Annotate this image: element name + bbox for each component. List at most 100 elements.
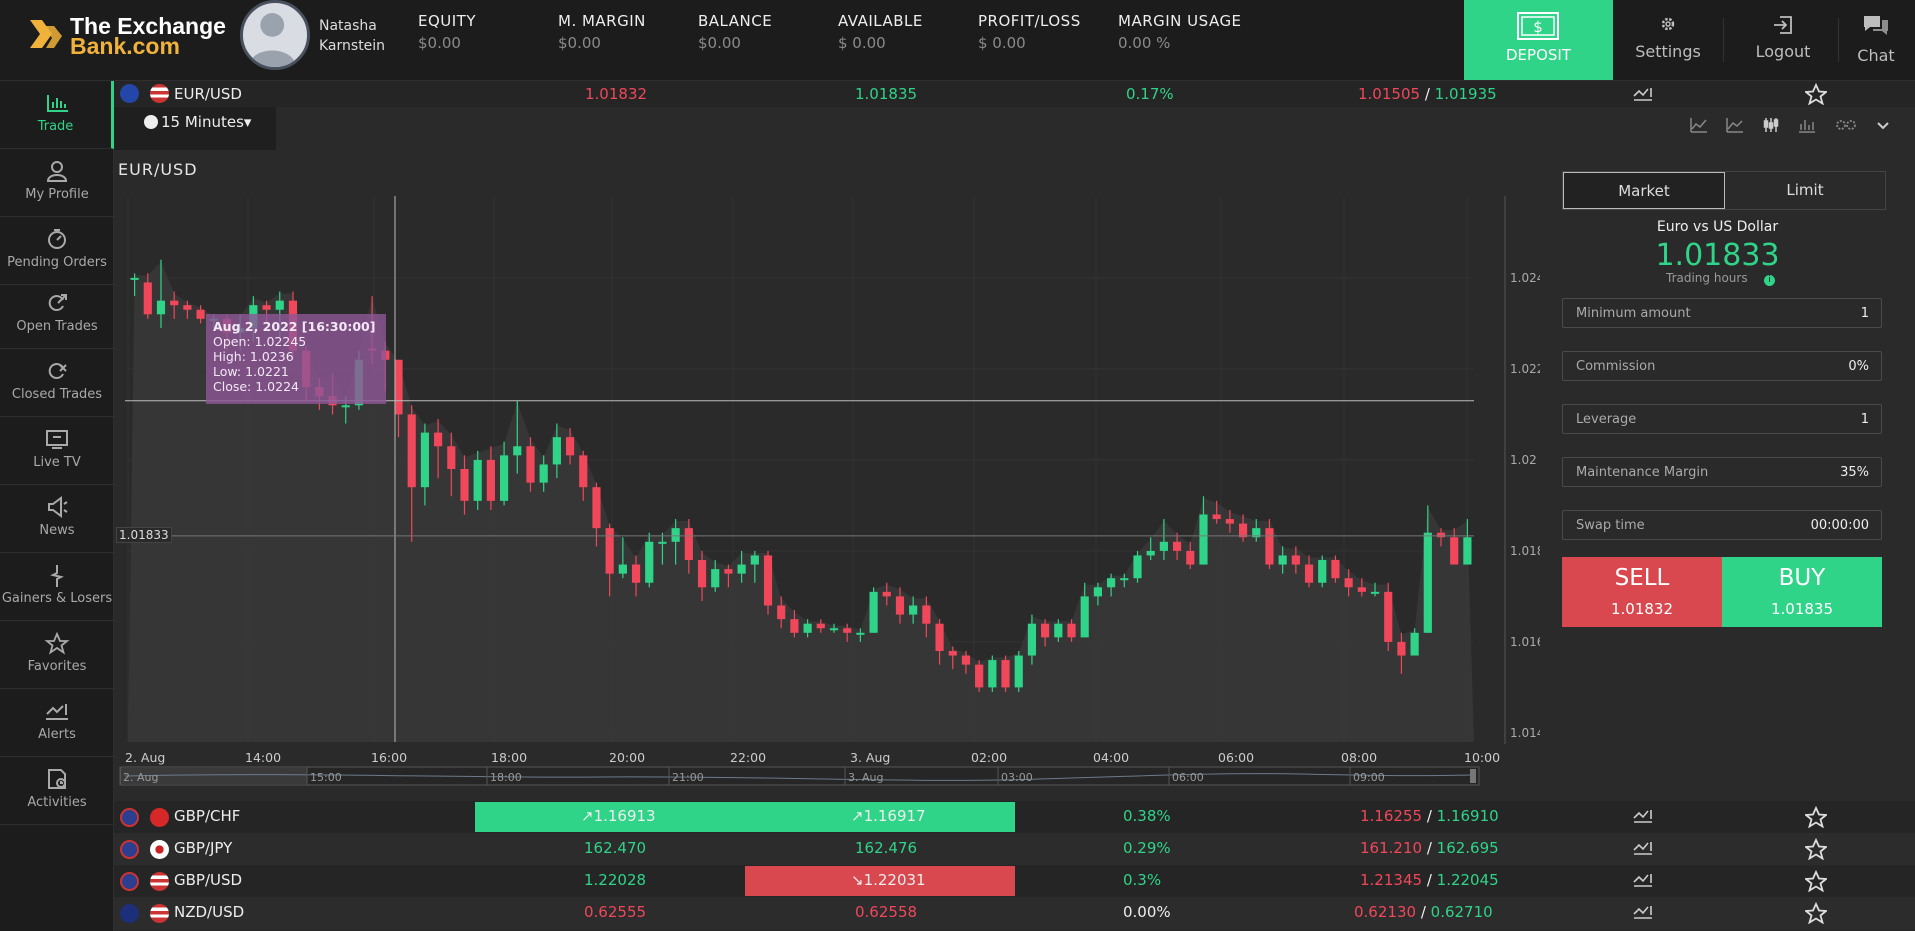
chevron-down-icon[interactable] — [1876, 117, 1890, 133]
alert-icon[interactable] — [1633, 840, 1653, 856]
instrument-name: Euro vs US Dollar — [1656, 219, 1779, 235]
day-low: 0.62130 — [1354, 903, 1417, 921]
alert-icon[interactable] — [1633, 808, 1653, 824]
candle-body — [1041, 623, 1050, 638]
field-label: Swap time — [1576, 518, 1645, 533]
chart-navigator[interactable]: 2. Aug 15:00 18:00 21:00 3. Aug 03:00 06:00 09:… — [119, 766, 1480, 786]
alert-icon[interactable] — [1633, 86, 1653, 102]
candle-body — [1212, 514, 1221, 520]
y-axis: 1.024 1.022 1.02 1.018 1.016 1.014 — [1510, 271, 1540, 740]
settings-button[interactable]: Settings — [1613, 0, 1723, 80]
candle-body — [1370, 591, 1380, 594]
ask-price: 0.62558 — [855, 903, 918, 921]
alert-icon[interactable] — [1633, 872, 1653, 888]
navigator-label: 18:00 — [490, 771, 522, 784]
leverage-field[interactable]: Leverage 1 — [1562, 404, 1882, 434]
day-high: 0.62710 — [1430, 903, 1493, 921]
candle-body — [143, 282, 152, 315]
favorite-star-icon[interactable] — [1805, 870, 1827, 892]
candle-body — [1225, 519, 1234, 524]
favorite-star-icon[interactable] — [1805, 838, 1827, 860]
candle-body — [447, 446, 456, 469]
logout-button[interactable]: Logout — [1728, 0, 1838, 80]
candle-body — [1120, 578, 1129, 581]
candle-body — [961, 655, 971, 665]
candle-body — [988, 660, 997, 688]
chat-button[interactable]: Chat — [1840, 0, 1912, 80]
change-percent: 0.3% — [1123, 871, 1162, 889]
candle-tooltip: Aug 2, 2022 [16:30:00] Open: 1.02245 Hig… — [206, 314, 386, 404]
candle-body — [486, 459, 495, 501]
candle-body — [922, 605, 931, 624]
x-tick-label: 10:00 — [1464, 750, 1500, 765]
alert-icon[interactable] — [1633, 904, 1653, 920]
pair-name: NZD/USD — [174, 903, 245, 921]
candle-body — [513, 446, 522, 456]
candle-body — [1172, 541, 1182, 551]
pair-name: GBP/JPY — [174, 839, 233, 857]
candle-body — [526, 446, 535, 483]
indicators-gear-icon[interactable] — [1834, 117, 1858, 133]
day-low: 1.21345 — [1360, 871, 1423, 889]
favorite-star-icon[interactable] — [1805, 83, 1827, 105]
favorite-star-icon[interactable] — [1805, 902, 1827, 924]
navigator-label: 09:00 — [1353, 771, 1385, 784]
candle-body — [407, 414, 416, 488]
list-item[interactable]: GBP/USD 1.22028 ↘1.22031 0.3% 1.21345 / … — [114, 865, 1915, 897]
swap-time-field: Swap time 00:00:00 — [1562, 510, 1882, 540]
ask-price: 162.476 — [855, 839, 918, 857]
candle-body — [724, 569, 733, 574]
bar-chart-icon[interactable] — [1798, 117, 1816, 133]
candle-body — [895, 596, 905, 615]
day-low: 161.210 — [1360, 839, 1423, 857]
candle-body — [843, 628, 852, 633]
navigator-label: 03:00 — [1001, 771, 1033, 784]
favorite-star-icon[interactable] — [1805, 806, 1827, 828]
field-value: 35% — [1840, 465, 1869, 480]
candle-body — [1265, 528, 1274, 565]
candle-body — [697, 560, 707, 588]
candle-body — [1159, 541, 1168, 551]
candle-body — [420, 432, 430, 488]
buy-button[interactable]: BUY 1.01835 — [1722, 557, 1882, 627]
tab-market[interactable]: Market — [1563, 172, 1725, 209]
line-chart-icon[interactable] — [1726, 117, 1744, 133]
order-type-tabs: Market Limit — [1562, 171, 1886, 210]
candle-body — [1304, 564, 1314, 583]
candle-body — [156, 300, 166, 315]
candle-body — [869, 591, 878, 633]
candle-body — [1146, 550, 1155, 556]
instrument-price: 1.01833 — [1655, 238, 1780, 273]
candle-body — [803, 623, 812, 633]
navigator-label: 3. Aug — [848, 771, 883, 784]
x-tick-label: 02:00 — [971, 750, 1007, 765]
trading-hours-link[interactable]: Trading hours — [1666, 271, 1748, 285]
buy-price: 1.01835 — [1770, 600, 1834, 618]
tab-limit[interactable]: Limit — [1725, 172, 1885, 209]
field-label: Commission — [1576, 359, 1656, 374]
pair-name: GBP/CHF — [174, 807, 241, 825]
uk-flag-icon — [120, 840, 139, 859]
maintenance-margin-field: Maintenance Margin 35% — [1562, 457, 1882, 487]
minimum-amount-field[interactable]: Minimum amount 1 — [1562, 298, 1882, 328]
candle-body — [935, 623, 944, 651]
logout-icon — [1774, 16, 1792, 34]
info-icon[interactable]: i — [1764, 275, 1775, 286]
x-tick-label: 04:00 — [1093, 750, 1129, 765]
day-high: 1.16910 — [1436, 807, 1499, 825]
day-range: 1.16255 / 1.16910 — [1360, 807, 1499, 825]
list-item[interactable]: GBP/JPY 162.470 162.476 0.29% 161.210 / … — [114, 833, 1915, 865]
bid-price: 0.62555 — [584, 903, 647, 921]
candle-body — [1014, 655, 1023, 688]
candle-body — [1027, 623, 1037, 656]
candlestick-icon[interactable] — [1762, 117, 1780, 133]
candle-body — [777, 605, 786, 620]
japan-flag-icon — [150, 840, 169, 859]
sell-button[interactable]: SELL 1.01832 — [1562, 557, 1722, 627]
list-item[interactable]: NZD/USD 0.62555 0.62558 0.00% 0.62130 / … — [114, 897, 1915, 929]
candle-body — [1067, 623, 1076, 638]
area-chart-icon[interactable] — [1690, 117, 1708, 133]
y-tick-label: 1.018 — [1510, 544, 1540, 558]
list-item[interactable]: GBP/CHF ↗1.16913 ↗1.16917 0.38% 1.16255 … — [114, 801, 1915, 833]
candle-body — [829, 628, 839, 631]
